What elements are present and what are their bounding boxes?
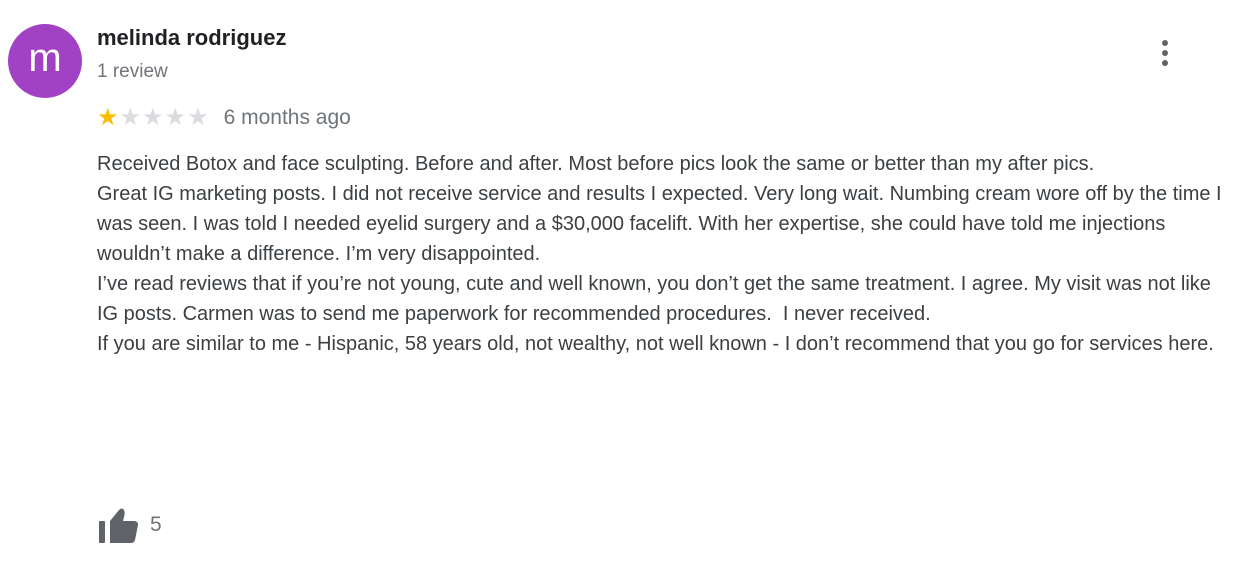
more-vert-icon[interactable] — [1150, 36, 1180, 70]
review-count[interactable]: 1 review — [97, 61, 168, 83]
avatar-letter: m — [28, 36, 62, 80]
review-card: m melinda rodriguez 1 review ★ ★ ★ ★ ★ 6 mon… — [0, 0, 1245, 582]
like-button[interactable]: 5 — [96, 505, 162, 545]
more-dot — [1162, 40, 1168, 46]
star-empty-icon: ★ — [164, 104, 187, 131]
star-rating: ★ ★ ★ ★ ★ — [97, 106, 210, 130]
like-count: 5 — [150, 513, 162, 536]
avatar[interactable]: m — [8, 24, 82, 98]
star-empty-icon: ★ — [119, 104, 142, 131]
star-empty-icon: ★ — [187, 104, 209, 131]
more-dot — [1162, 50, 1168, 56]
star-empty-icon: ★ — [142, 104, 164, 131]
review-date: 6 months ago — [223, 106, 351, 129]
rating-row: ★ ★ ★ ★ ★ 6 months ago — [97, 103, 351, 133]
author-name[interactable]: melinda rodriguez — [97, 25, 286, 51]
review-text: Received Botox and face sculpting. Befor… — [97, 153, 1222, 355]
more-dot — [1162, 60, 1168, 66]
star-filled-icon: ★ — [97, 104, 119, 131]
thumbs-up-icon — [99, 508, 138, 543]
